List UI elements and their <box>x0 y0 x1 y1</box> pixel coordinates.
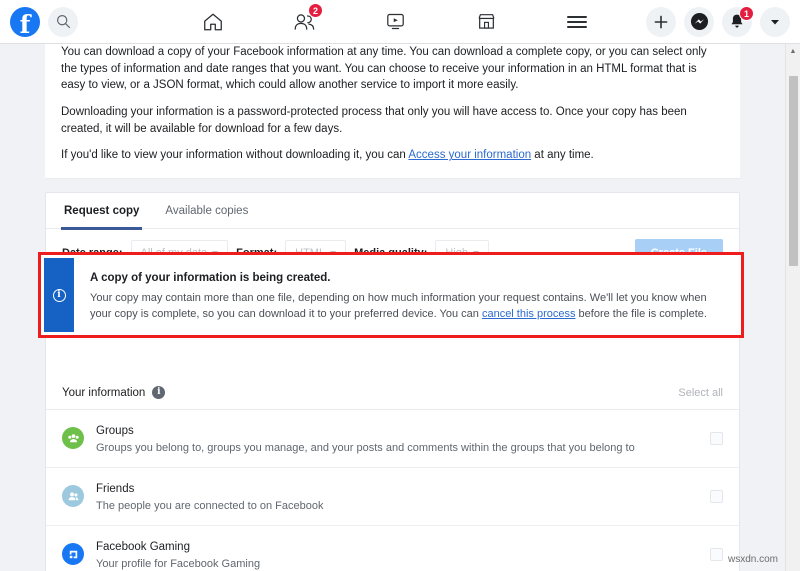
nav-home[interactable] <box>190 5 236 39</box>
plus-icon <box>653 14 669 30</box>
table-row[interactable]: Friends The people you are connected to … <box>46 468 739 526</box>
banner-text-after: before the file is complete. <box>575 307 707 320</box>
row-checkbox[interactable] <box>710 547 723 561</box>
row-title: Groups <box>96 425 134 438</box>
page-scrollbar[interactable]: ▲ <box>785 44 800 571</box>
intro-paragraph-2: Downloading your information is a passwo… <box>61 106 687 135</box>
table-row[interactable]: Groups Groups you belong to, groups you … <box>46 410 739 468</box>
request-copy-card: Request copy Available copies Date range… <box>45 192 740 571</box>
friends-icon <box>62 485 84 508</box>
download-info-card: You can download a copy of your Facebook… <box>45 44 740 180</box>
table-row[interactable]: Facebook Gaming Your profile for Faceboo… <box>46 526 739 571</box>
notifications-button[interactable]: 1 <box>722 5 754 37</box>
your-information-title: Your information <box>62 386 146 399</box>
header-left <box>0 6 78 40</box>
banner-body: A copy of your information is being crea… <box>74 258 738 332</box>
home-icon <box>202 11 224 33</box>
tab-request-copy[interactable]: Request copy <box>60 193 143 230</box>
row-text: Friends The people you are connected to … <box>96 479 710 514</box>
gaming-icon <box>62 543 84 566</box>
your-information-header: Your information i Select all <box>46 376 739 411</box>
nav-friends[interactable]: 2 <box>281 2 327 39</box>
nav-menu[interactable] <box>554 5 600 39</box>
create-button[interactable] <box>646 6 676 37</box>
tab-bar: Request copy Available copies <box>46 193 739 230</box>
scrollbar-up-arrow[interactable]: ▲ <box>786 44 800 59</box>
notifications-badge: 1 <box>739 5 754 21</box>
friends-badge: 2 <box>308 2 323 18</box>
intro-p3-before: If you'd like to view your information w… <box>61 149 409 162</box>
tab-available-copies[interactable]: Available copies <box>163 193 250 229</box>
copy-status-banner: i A copy of your information is being cr… <box>44 258 738 332</box>
chevron-down-icon <box>768 15 782 29</box>
header-actions: 1 <box>646 5 790 37</box>
cancel-this-process-link[interactable]: cancel this process <box>482 308 576 320</box>
row-description: Your profile for Facebook Gaming <box>96 557 261 570</box>
marketplace-icon <box>476 11 497 32</box>
scrollbar-thumb[interactable] <box>789 76 798 266</box>
groups-icon <box>62 427 84 450</box>
nav-marketplace[interactable] <box>463 5 509 39</box>
your-information-section: Your information i Select all Groups Gro… <box>46 376 739 571</box>
hamburger-menu-icon <box>566 13 588 31</box>
row-text: Groups Groups you belong to, groups you … <box>96 421 710 456</box>
search-button[interactable] <box>48 6 78 37</box>
banner-title: A copy of your information is being crea… <box>90 272 331 284</box>
banner-text: Your copy may contain more than one file… <box>90 291 722 323</box>
access-your-information-link[interactable]: Access your information <box>408 149 531 161</box>
select-all-button[interactable]: Select all <box>678 387 723 399</box>
row-text: Facebook Gaming Your profile for Faceboo… <box>96 537 710 571</box>
row-description: The people you are connected to on Faceb… <box>96 499 324 512</box>
highlight-annotation: i A copy of your information is being cr… <box>38 252 744 338</box>
card-separator <box>0 179 785 192</box>
intro-paragraph-3: If you'd like to view your information w… <box>61 147 724 164</box>
facebook-header: 2 <box>0 0 800 44</box>
page-root: 2 <box>0 0 800 571</box>
row-checkbox[interactable] <box>710 489 723 503</box>
row-description: Groups you belong to, groups you manage,… <box>96 442 635 455</box>
messenger-button[interactable] <box>684 6 714 37</box>
intro-p3-after: at any time. <box>531 149 594 162</box>
watermark: wsxdn.com <box>727 554 778 565</box>
row-title: Friends <box>96 482 135 495</box>
messenger-icon <box>690 12 709 31</box>
row-title: Facebook Gaming <box>96 540 190 553</box>
search-icon <box>56 14 71 29</box>
intro-paragraph-1: You can download a copy of your Facebook… <box>61 46 707 92</box>
banner-accent-bar: i <box>44 258 74 332</box>
row-checkbox[interactable] <box>710 431 723 445</box>
nav-watch[interactable] <box>372 5 418 39</box>
account-menu-button[interactable] <box>760 6 790 37</box>
info-icon: i <box>52 288 66 302</box>
info-icon[interactable]: i <box>152 386 166 400</box>
watch-icon <box>385 11 406 32</box>
header-nav: 2 <box>190 2 600 39</box>
facebook-logo-icon[interactable] <box>10 6 40 40</box>
